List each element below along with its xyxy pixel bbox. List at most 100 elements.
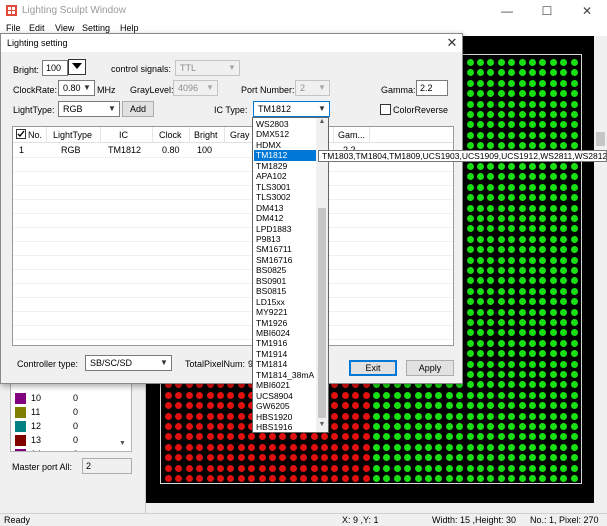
ictype-select[interactable]: TM1812 ▼	[253, 101, 330, 117]
led-pixel[interactable]	[477, 433, 484, 441]
led-pixel[interactable]	[518, 215, 526, 222]
led-pixel[interactable]	[331, 464, 339, 472]
led-pixel[interactable]	[341, 475, 349, 482]
port-number-select[interactable]: 2 ▼	[295, 80, 330, 96]
dropdown-item[interactable]: BS0815	[254, 286, 317, 297]
led-pixel[interactable]	[175, 433, 183, 441]
led-pixel[interactable]	[487, 308, 495, 316]
led-pixel[interactable]	[549, 90, 557, 98]
led-pixel[interactable]	[487, 371, 495, 378]
led-pixel[interactable]	[456, 402, 464, 410]
led-pixel[interactable]	[414, 475, 422, 482]
led-pixel[interactable]	[539, 121, 547, 129]
led-pixel[interactable]	[435, 433, 443, 441]
led-pixel[interactable]	[393, 464, 401, 472]
led-pixel[interactable]	[279, 454, 287, 462]
led-pixel[interactable]	[477, 59, 484, 66]
led-pixel[interactable]	[487, 339, 495, 347]
led-pixel[interactable]	[310, 443, 318, 451]
col-gamma[interactable]: Gam...	[338, 130, 365, 140]
led-pixel[interactable]	[549, 256, 557, 264]
led-pixel[interactable]	[248, 433, 256, 441]
led-pixel[interactable]	[487, 59, 495, 66]
led-pixel[interactable]	[497, 350, 505, 358]
led-pixel[interactable]	[560, 100, 568, 108]
led-pixel[interactable]	[477, 423, 484, 430]
led-pixel[interactable]	[570, 235, 578, 243]
led-pixel[interactable]	[466, 412, 474, 420]
led-pixel[interactable]	[508, 131, 516, 139]
led-pixel[interactable]	[549, 277, 557, 285]
led-pixel[interactable]	[539, 423, 547, 430]
led-pixel[interactable]	[508, 246, 516, 254]
led-pixel[interactable]	[570, 287, 578, 295]
led-pixel[interactable]	[466, 79, 474, 87]
led-pixel[interactable]	[497, 464, 505, 472]
led-pixel[interactable]	[487, 194, 495, 202]
dropdown-item[interactable]: TM1926	[254, 318, 317, 329]
led-pixel[interactable]	[560, 183, 568, 191]
led-pixel[interactable]	[487, 443, 495, 451]
led-pixel[interactable]	[258, 443, 266, 451]
led-pixel[interactable]	[529, 111, 536, 118]
led-pixel[interactable]	[560, 329, 568, 337]
led-pixel[interactable]	[529, 225, 536, 233]
led-pixel[interactable]	[497, 142, 505, 150]
led-pixel[interactable]	[508, 225, 516, 233]
led-pixel[interactable]	[570, 443, 578, 451]
led-pixel[interactable]	[175, 475, 183, 482]
led-pixel[interactable]	[341, 423, 349, 430]
led-pixel[interactable]	[560, 298, 568, 306]
led-pixel[interactable]	[196, 433, 204, 441]
led-pixel[interactable]	[487, 475, 495, 482]
led-pixel[interactable]	[497, 246, 505, 254]
led-pixel[interactable]	[560, 464, 568, 472]
led-pixel[interactable]	[539, 256, 547, 264]
led-pixel[interactable]	[477, 319, 484, 326]
led-pixel[interactable]	[570, 319, 578, 326]
led-pixel[interactable]	[466, 464, 474, 472]
led-pixel[interactable]	[362, 433, 370, 441]
led-pixel[interactable]	[497, 412, 505, 420]
led-pixel[interactable]	[466, 454, 474, 462]
led-pixel[interactable]	[321, 443, 328, 451]
led-pixel[interactable]	[341, 443, 349, 451]
gamma-field[interactable]: 2.2	[416, 80, 448, 96]
led-pixel[interactable]	[518, 90, 526, 98]
led-pixel[interactable]	[549, 308, 557, 316]
led-pixel[interactable]	[165, 454, 172, 462]
led-pixel[interactable]	[508, 423, 516, 430]
led-pixel[interactable]	[237, 412, 245, 420]
led-pixel[interactable]	[331, 433, 339, 441]
dropdown-item[interactable]: TM1812	[254, 150, 317, 161]
led-pixel[interactable]	[560, 350, 568, 358]
led-pixel[interactable]	[529, 100, 536, 108]
led-pixel[interactable]	[570, 277, 578, 285]
led-pixel[interactable]	[497, 423, 505, 430]
led-pixel[interactable]	[477, 204, 484, 212]
led-pixel[interactable]	[373, 475, 380, 482]
led-pixel[interactable]	[279, 475, 287, 482]
led-pixel[interactable]	[549, 131, 557, 139]
led-pixel[interactable]	[529, 183, 536, 191]
led-pixel[interactable]	[497, 443, 505, 451]
graylevel-select[interactable]: 4096 ▼	[173, 80, 218, 96]
led-pixel[interactable]	[508, 319, 516, 326]
led-pixel[interactable]	[570, 381, 578, 389]
led-pixel[interactable]	[518, 194, 526, 202]
led-pixel[interactable]	[508, 215, 516, 222]
led-pixel[interactable]	[549, 183, 557, 191]
led-pixel[interactable]	[237, 475, 245, 482]
dropdown-item[interactable]: DMX512	[254, 129, 317, 140]
led-pixel[interactable]	[539, 235, 547, 243]
led-pixel[interactable]	[196, 443, 204, 451]
led-pixel[interactable]	[560, 277, 568, 285]
led-pixel[interactable]	[383, 412, 391, 420]
led-pixel[interactable]	[539, 131, 547, 139]
led-pixel[interactable]	[560, 371, 568, 378]
led-pixel[interactable]	[497, 183, 505, 191]
led-pixel[interactable]	[529, 360, 536, 368]
close-icon[interactable]: ✕	[444, 35, 460, 51]
led-pixel[interactable]	[477, 131, 484, 139]
dropdown-item[interactable]: SM16716	[254, 255, 317, 266]
